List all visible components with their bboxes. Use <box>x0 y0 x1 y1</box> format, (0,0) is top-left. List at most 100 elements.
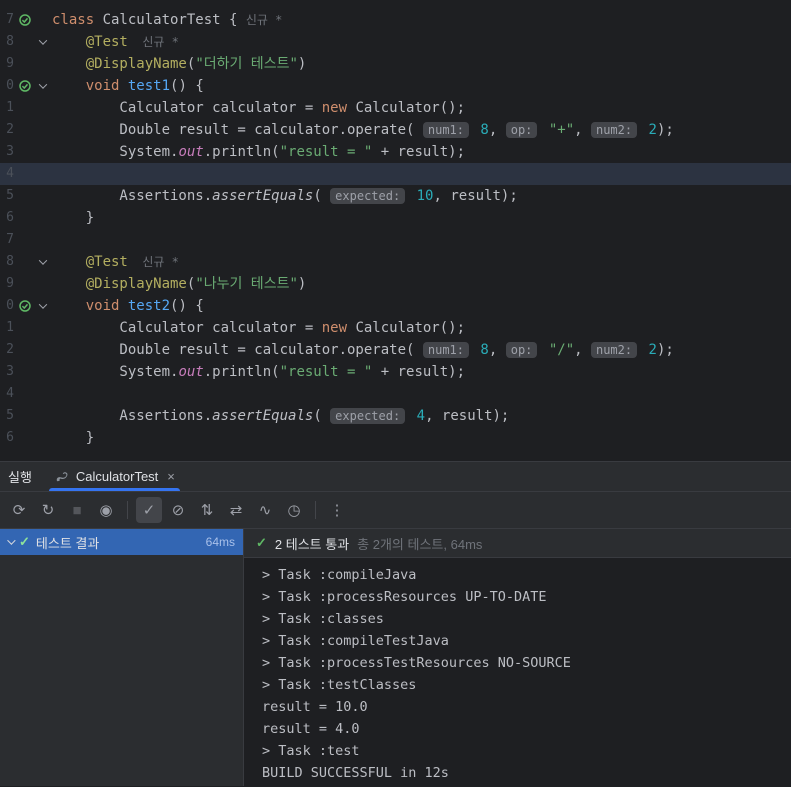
code-text: System.out.println("result = " + result)… <box>52 364 466 380</box>
console-line: > Task :test <box>262 743 360 759</box>
line-number: 0 <box>6 298 14 313</box>
test-history-icon[interactable]: ◷ <box>281 497 307 523</box>
test-passed-icon: ✓ <box>256 535 267 550</box>
editor-line[interactable]: 2 Double result = calculator.operate( nu… <box>0 119 791 141</box>
sort-by-duration-icon[interactable]: ⇅ <box>194 497 220 523</box>
code-text: @DisplayName("나누기 테스트") <box>85 276 307 292</box>
toggle-auto-test-icon[interactable]: ◉ <box>93 497 119 523</box>
gutter: 8 <box>0 31 52 53</box>
editor-line[interactable]: 6 } <box>0 207 791 229</box>
gutter: 0 <box>0 295 52 317</box>
line-number: 8 <box>6 254 14 269</box>
expand-all-icon[interactable]: ⇄ <box>223 497 249 523</box>
editor-line[interactable]: 0 void test1() { <box>0 75 791 97</box>
gutter: 8 <box>0 251 52 273</box>
summary-detail: 총 2개의 테스트, 64ms <box>357 536 483 552</box>
code-text: Calculator calculator = new Calculator()… <box>52 320 466 336</box>
tool-window-title: 실행 <box>8 470 32 485</box>
code-text: class CalculatorTest { 신규 * <box>52 12 283 28</box>
code-text: @DisplayName("더하기 테스트") <box>85 56 307 72</box>
editor-line[interactable]: 8 @Test 신규 * <box>0 251 791 273</box>
test-pass-icon[interactable] <box>14 80 35 92</box>
editor-line[interactable]: 5 Assertions.assertEquals( expected: 4, … <box>0 405 791 427</box>
gutter: 4 <box>0 383 52 405</box>
code-text: Calculator calculator = new Calculator()… <box>52 100 466 116</box>
editor-line[interactable]: 7 class CalculatorTest { 신규 * <box>0 9 791 31</box>
console-line: result = 4.0 <box>262 721 360 737</box>
line-number: 2 <box>6 122 14 137</box>
gutter: 2 <box>0 339 52 361</box>
test-result-row[interactable]: ✓ 테스트 결과 64ms <box>0 529 243 555</box>
line-number: 0 <box>6 78 14 93</box>
code-editor[interactable]: 7 class CalculatorTest { 신규 * 8 @Test 신규 *… <box>0 0 791 461</box>
editor-line[interactable]: 0 void test2() { <box>0 295 791 317</box>
chevron-down-icon[interactable] <box>7 536 16 545</box>
test-pass-icon[interactable] <box>14 14 35 26</box>
rerun-icon[interactable]: ⟳ <box>6 497 32 523</box>
code-text: Double result = calculator.operate( num1… <box>52 122 674 138</box>
gutter: 9 <box>0 273 52 295</box>
editor-line[interactable]: 9 @DisplayName("더하기 테스트") <box>0 53 791 75</box>
code-text: @Test 신규 * <box>85 34 179 50</box>
fold-chevron-icon[interactable] <box>35 36 51 45</box>
run-toolbar: ⟳ ↻ ■ ◉ ✓ ⊘ ⇅ ⇄ ∿ ◷ ⋮ <box>0 492 791 529</box>
close-icon[interactable]: × <box>167 469 175 484</box>
run-tab-bar: 실행 CalculatorTest × <box>0 462 791 492</box>
show-passed-icon[interactable]: ✓ <box>136 497 162 523</box>
gutter: 6 <box>0 207 52 229</box>
run-content: ✓ 테스트 결과 64ms ✓ 2 테스트 통과 총 2개의 테스트, 64ms >… <box>0 529 791 786</box>
line-number: 8 <box>6 34 14 49</box>
gutter: 7 <box>0 9 52 31</box>
test-passed-icon: ✓ <box>19 534 30 549</box>
show-statistics-icon[interactable]: ∿ <box>252 497 278 523</box>
test-results-tree: ✓ 테스트 결과 64ms <box>0 529 244 786</box>
gradle-icon <box>54 469 70 485</box>
gutter: 2 <box>0 119 52 141</box>
fold-chevron-icon[interactable] <box>35 300 51 309</box>
editor-line[interactable]: 4 <box>0 383 791 405</box>
editor-line[interactable]: 7 <box>0 229 791 251</box>
console-line: > Task :compileJava <box>262 567 417 583</box>
tab-calculatortest[interactable]: CalculatorTest × <box>44 462 185 491</box>
console-line: > Task :testClasses <box>262 677 417 693</box>
editor-line[interactable]: 1 Calculator calculator = new Calculator… <box>0 97 791 119</box>
gutter: 1 <box>0 317 52 339</box>
editor-line[interactable]: 6 } <box>0 427 791 449</box>
line-number: 1 <box>6 100 14 115</box>
fold-chevron-icon[interactable] <box>35 80 51 89</box>
console-output[interactable]: > Task :compileJava > Task :processResour… <box>244 558 791 786</box>
test-summary-bar: ✓ 2 테스트 통과 총 2개의 테스트, 64ms <box>244 529 791 558</box>
line-number: 4 <box>6 166 14 181</box>
summary-status: 2 테스트 통과 <box>274 536 350 552</box>
rerun-failed-tests-icon[interactable]: ↻ <box>35 497 61 523</box>
gutter: 0 <box>0 75 52 97</box>
run-tool-window: 실행 CalculatorTest × ⟳ ↻ ■ ◉ ✓ ⊘ ⇅ ⇄ ∿ ◷ ⋮ ✓ 테스트 결과 6… <box>0 461 791 786</box>
editor-line[interactable]: 5 Assertions.assertEquals( expected: 10,… <box>0 185 791 207</box>
toolbar-separator <box>127 501 128 519</box>
line-number: 3 <box>6 364 14 379</box>
gutter: 5 <box>0 405 52 427</box>
editor-line[interactable]: 1 Calculator calculator = new Calculator… <box>0 317 791 339</box>
line-number: 9 <box>6 276 14 291</box>
code-text: Double result = calculator.operate( num1… <box>52 342 674 358</box>
editor-caret-line[interactable]: 4 <box>0 163 791 185</box>
code-text: } <box>52 430 95 446</box>
line-number: 1 <box>6 320 14 335</box>
editor-line[interactable]: 8 @Test 신규 * <box>0 31 791 53</box>
console-line: > Task :classes <box>262 611 384 627</box>
more-options-icon[interactable]: ⋮ <box>324 497 350 523</box>
line-number: 9 <box>6 56 14 71</box>
active-tab-underline <box>48 488 180 491</box>
line-number: 3 <box>6 144 14 159</box>
editor-line[interactable]: 3 System.out.println("result = " + resul… <box>0 361 791 383</box>
editor-line[interactable]: 2 Double result = calculator.operate( nu… <box>0 339 791 361</box>
fold-chevron-icon[interactable] <box>35 256 51 265</box>
editor-lines: 7 class CalculatorTest { 신규 * 8 @Test 신규 *… <box>0 9 791 449</box>
line-number: 6 <box>6 430 14 445</box>
editor-line[interactable]: 9 @DisplayName("나누기 테스트") <box>0 273 791 295</box>
gutter: 3 <box>0 141 52 163</box>
test-pass-icon[interactable] <box>14 300 35 312</box>
gutter: 3 <box>0 361 52 383</box>
editor-line[interactable]: 3 System.out.println("result = " + resul… <box>0 141 791 163</box>
show-ignored-icon[interactable]: ⊘ <box>165 497 191 523</box>
